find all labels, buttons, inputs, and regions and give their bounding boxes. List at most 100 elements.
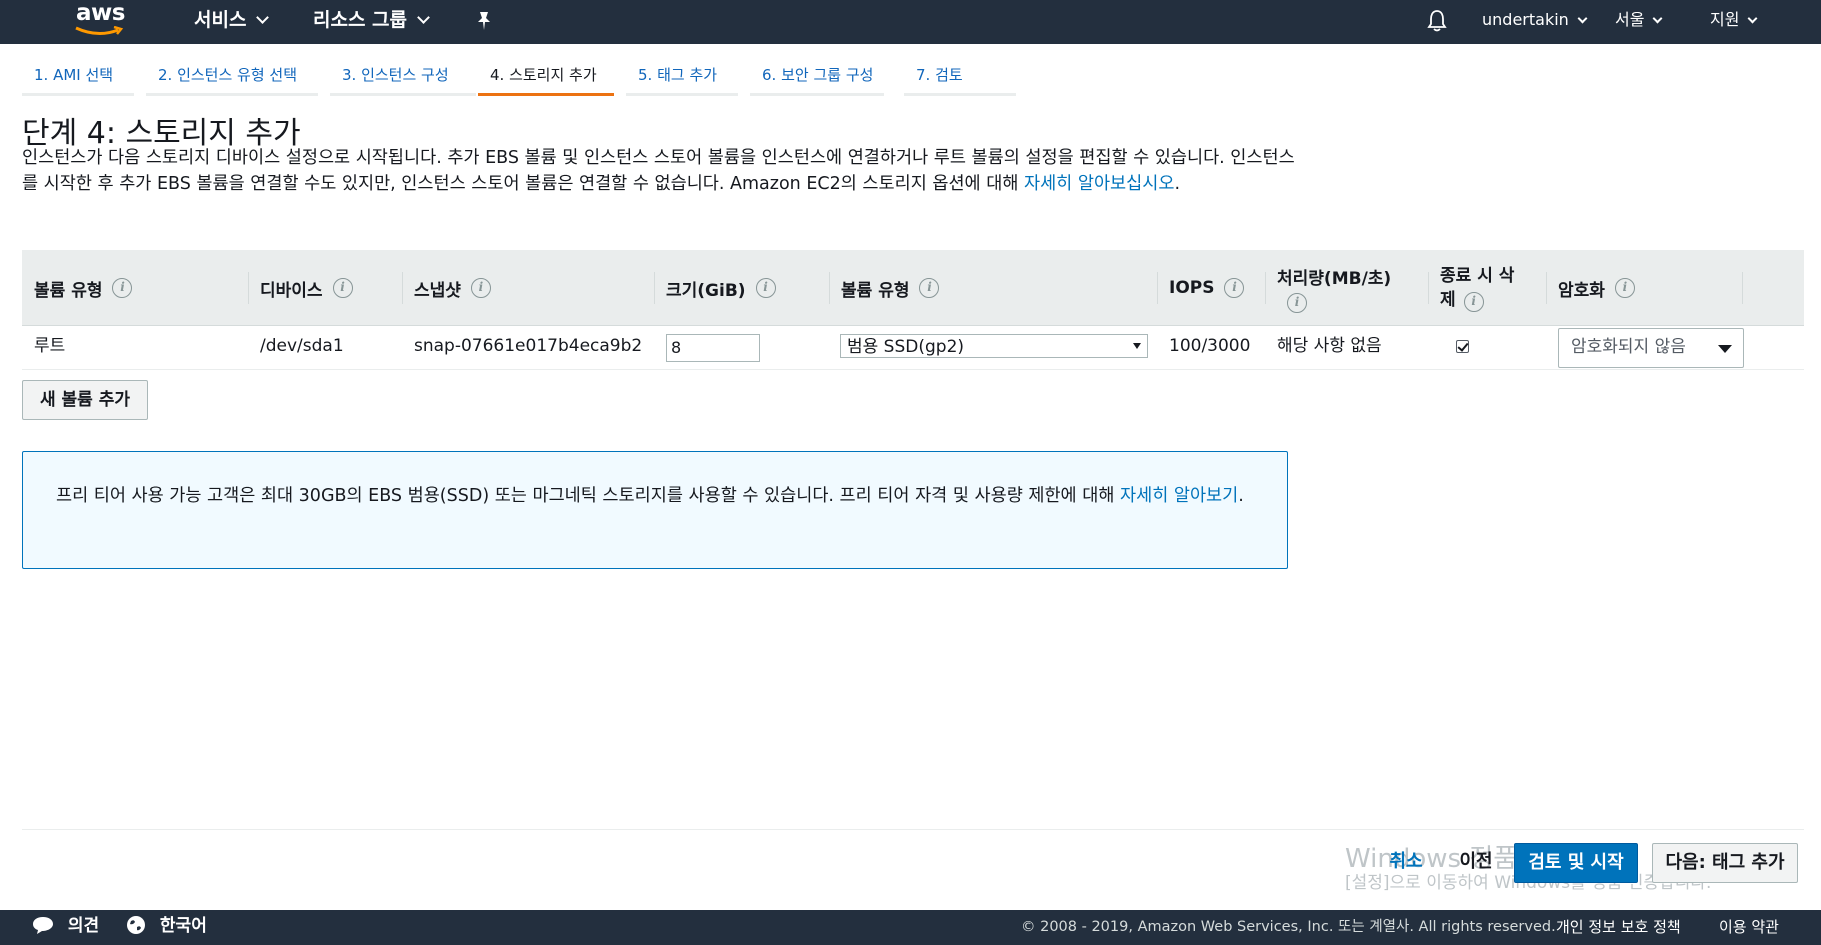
cell-iops: 100/3000: [1169, 336, 1251, 356]
info-end: .: [1238, 486, 1244, 506]
step-add-tags[interactable]: 5. 태그 추가: [626, 58, 738, 96]
globe-icon: [127, 916, 145, 934]
cancel-button[interactable]: 취소: [1376, 843, 1436, 883]
info-icon[interactable]: i: [1463, 292, 1484, 312]
step-add-storage[interactable]: 4. 스토리지 추가: [478, 58, 614, 96]
footer-divider: [22, 829, 1804, 830]
header-actions: [1742, 250, 1804, 326]
step-label: 3. 인스턴스 구성: [342, 66, 449, 84]
aws-smile-icon: [75, 26, 124, 35]
header-label: 스냅샷: [414, 280, 461, 301]
bottom-bar: 의견 한국어 © 2008 - 2019, Amazon Web Service…: [0, 910, 1821, 945]
step-label: 2. 인스턴스 유형 선택: [158, 66, 298, 84]
column-divider: [1742, 272, 1743, 304]
header-label: IOPS: [1169, 278, 1215, 298]
region-label: 서울: [1615, 10, 1645, 29]
services-menu[interactable]: 서비스: [194, 0, 270, 44]
cell-snapshot: snap-07661e017b4eca9b2: [414, 336, 643, 356]
cell-device: /dev/sda1: [260, 336, 344, 356]
pin-icon: [478, 12, 490, 30]
account-menu[interactable]: undertakin: [1482, 0, 1588, 44]
copyright-text: © 2008 - 2019, Amazon Web Services, Inc.…: [1021, 919, 1556, 935]
chevron-down-icon: [1577, 13, 1588, 24]
header-label: 볼륨 유형: [841, 280, 910, 301]
learn-more-link[interactable]: 자세히 알아보십시오: [1024, 174, 1174, 194]
aws-logo[interactable]: aws: [74, 0, 128, 44]
step-label: 6. 보안 그룹 구성: [762, 66, 874, 84]
notifications-button[interactable]: [1426, 8, 1448, 52]
step-configure-instance[interactable]: 3. 인스턴스 구성: [330, 58, 476, 96]
region-menu[interactable]: 서울: [1615, 0, 1663, 44]
header-label: 처리량(MB/초): [1277, 268, 1392, 289]
chevron-down-icon: [256, 11, 270, 24]
column-divider: [829, 272, 830, 304]
caret-down-icon: [1718, 345, 1732, 353]
info-icon[interactable]: i: [1614, 278, 1635, 298]
header-volume-kind: 볼륨 유형 i: [829, 250, 1157, 326]
feedback-label: 의견: [67, 916, 100, 936]
chevron-down-icon: [417, 11, 430, 24]
info-box-text: 프리 티어 사용 가능 고객은 최대 30GB의 EBS 범용(SSD) 또는 …: [56, 483, 1266, 509]
header-encryption: 암호화 i: [1546, 250, 1732, 326]
info-text: 프리 티어 사용 가능 고객은 최대 30GB의 EBS 범용(SSD) 또는 …: [56, 486, 1120, 506]
free-tier-info-box: 프리 티어 사용 가능 고객은 최대 30GB의 EBS 범용(SSD) 또는 …: [22, 451, 1288, 569]
header-device: 디바이스 i: [248, 250, 402, 326]
support-label: 지원: [1710, 10, 1740, 29]
resource-groups-label: 리소스 그룹: [313, 9, 408, 31]
step-review[interactable]: 7. 검토: [904, 58, 1016, 96]
privacy-policy-link[interactable]: 개인 정보 보호 정책: [1556, 910, 1681, 945]
volume-type-value: 범용 SSD(gp2): [847, 337, 965, 357]
info-icon[interactable]: i: [1287, 292, 1307, 313]
delete-on-termination-checkbox[interactable]: [1456, 340, 1469, 353]
column-divider: [1546, 272, 1547, 304]
info-icon[interactable]: i: [755, 278, 776, 298]
header-label: 볼륨 유형: [34, 280, 103, 301]
step-label: 1. AMI 선택: [34, 66, 114, 84]
previous-button[interactable]: 이전: [1455, 843, 1497, 883]
table-row: 루트 /dev/sda1 snap-07661e017b4eca9b2 8 범용…: [22, 326, 1804, 370]
terms-of-use-link[interactable]: 이용 약관: [1719, 910, 1779, 945]
username-label: undertakin: [1482, 10, 1569, 29]
info-icon[interactable]: i: [1224, 278, 1245, 298]
dropdown-arrow-icon: [1133, 343, 1141, 349]
header-volume-type: 볼륨 유형 i: [22, 250, 248, 326]
volume-type-select[interactable]: 범용 SSD(gp2): [840, 334, 1148, 358]
support-menu[interactable]: 지원: [1710, 0, 1758, 44]
step-instance-type[interactable]: 2. 인스턴스 유형 선택: [146, 58, 318, 96]
step-label: 4. 스토리지 추가: [490, 66, 597, 84]
language-label: 한국어: [159, 916, 207, 936]
header-delete-on-termination: 종료 시 삭제 i: [1428, 250, 1546, 326]
free-tier-learn-more-link[interactable]: 자세히 알아보기: [1120, 486, 1238, 506]
encryption-select[interactable]: 암호화되지 않음: [1558, 328, 1744, 368]
header-snapshot: 스냅샷 i: [402, 250, 654, 326]
header-label: 크기(GiB): [666, 280, 746, 301]
column-divider: [402, 272, 403, 304]
next-add-tags-button[interactable]: 다음: 태그 추가: [1652, 843, 1798, 883]
step-ami[interactable]: 1. AMI 선택: [22, 58, 134, 96]
header-label: 암호화: [1558, 280, 1605, 301]
column-divider: [1157, 272, 1158, 304]
language-selector[interactable]: 한국어: [126, 910, 207, 945]
column-divider: [654, 272, 655, 304]
info-icon[interactable]: i: [470, 278, 491, 298]
chevron-down-icon: [1748, 13, 1758, 24]
services-label: 서비스: [194, 9, 247, 31]
info-icon[interactable]: i: [919, 278, 940, 298]
review-and-launch-button[interactable]: 검토 및 시작: [1514, 843, 1638, 883]
info-icon[interactable]: i: [332, 278, 353, 298]
size-input[interactable]: 8: [666, 334, 760, 362]
cell-throughput: 해당 사항 없음: [1277, 336, 1382, 356]
step-label: 7. 검토: [916, 66, 963, 84]
step-security-group[interactable]: 6. 보안 그룹 구성: [750, 58, 884, 96]
header-throughput: 처리량(MB/초) i: [1265, 250, 1428, 326]
feedback-button[interactable]: 의견: [32, 910, 99, 945]
info-icon[interactable]: i: [112, 278, 133, 298]
description-end: .: [1174, 174, 1181, 194]
pin-button[interactable]: [474, 6, 494, 50]
column-divider: [248, 272, 249, 304]
aws-logo-text: aws: [76, 0, 125, 26]
add-new-volume-button[interactable]: 새 볼륨 추가: [22, 380, 148, 420]
page-description: 인스턴스가 다음 스토리지 디바이스 설정으로 시작됩니다. 추가 EBS 볼륨…: [22, 145, 1302, 197]
column-divider: [1428, 272, 1429, 304]
resource-groups-menu[interactable]: 리소스 그룹: [313, 0, 430, 44]
